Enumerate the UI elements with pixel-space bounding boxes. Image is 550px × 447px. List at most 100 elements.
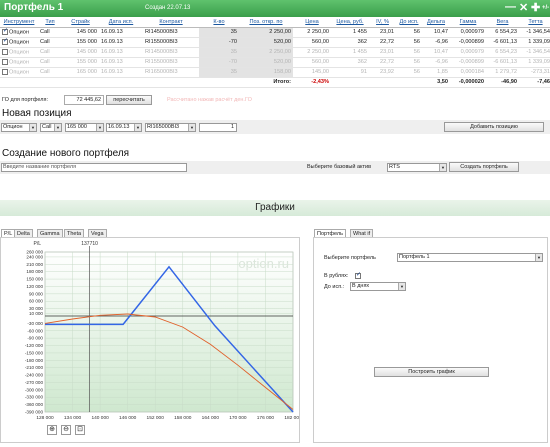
column-header[interactable]: Тетта (519, 17, 550, 28)
table-cell: 362 (331, 37, 369, 48)
column-header[interactable]: Инструмент (0, 17, 38, 28)
table-cell: 560,00 (293, 57, 331, 68)
y-tick-label: 60 000 (29, 299, 43, 304)
table-cell: 22,72 (369, 37, 396, 48)
column-header[interactable]: Страйк (62, 17, 99, 28)
qty-input[interactable]: 1 (199, 123, 237, 132)
y-tick-label: -120 000 (25, 343, 44, 348)
column-header[interactable]: Дата исп. (99, 17, 143, 28)
table-cell: 145 000 (62, 27, 99, 38)
totals-row: Итого: -2,43% 3,50 -0,000020 -46,90 -7,46 (0, 77, 550, 88)
add-position-button[interactable]: Добавить позицию (444, 122, 544, 132)
column-header[interactable]: Гамма (450, 17, 486, 28)
table-cell: 16.09.13 (99, 57, 143, 68)
row-checkbox[interactable] (2, 58, 8, 65)
graphs-title: Графики (255, 202, 295, 213)
table-cell: 1 339,09 (519, 57, 550, 68)
empty-cell (396, 77, 422, 88)
table-cell: 56 (396, 47, 422, 58)
go-label: ГО для портфеля: (2, 97, 49, 103)
until-select[interactable]: В днях ▼ (350, 282, 406, 291)
row-checkbox[interactable] (2, 68, 8, 75)
table-row[interactable]: Опцион Call 165 000 16.09.13 RI165000BI3 35 15… (0, 67, 550, 78)
table-row[interactable]: ОпционCall155 00016.09.13RI155000BI3-705… (0, 57, 550, 68)
total-cell: -7,46 (519, 77, 550, 88)
column-header[interactable]: Цена, руб. (331, 17, 369, 28)
add-button[interactable]: ✚ (531, 1, 540, 14)
table-cell: 56 (396, 37, 422, 48)
column-header[interactable]: К-во (199, 17, 239, 28)
table-cell: Опцион (9, 39, 29, 46)
create-portfolio-button[interactable]: Создать портфель (449, 162, 519, 172)
zoom-reset-icon[interactable]: ⊡ (75, 425, 85, 435)
portfolio-select-value: Портфель 1 (399, 254, 430, 260)
new-position-bar: Опцион ▼ Call ▼ 165 000 ▼ 16.09.13 ▼ RI16500… (0, 120, 550, 134)
chevron-down-icon: ▼ (398, 283, 405, 290)
table-cell: 158,00 (239, 67, 293, 78)
y-tick-label: 210 000 (26, 262, 43, 267)
table-cell: Call (38, 27, 62, 38)
kind-select[interactable]: Call ▼ (40, 123, 62, 132)
table-cell: Опцион (9, 59, 29, 66)
column-header[interactable]: До исп. (396, 17, 422, 28)
row-checkbox[interactable] (2, 27, 8, 35)
asset-select[interactable]: RTS ▼ (387, 163, 447, 172)
type-select[interactable]: Опцион ▼ (1, 123, 37, 132)
table-cell: 165 000 (62, 67, 99, 78)
table-row[interactable]: ОпционCall145 00016.09.13RI145000BI3352 … (0, 27, 550, 38)
rub-checkbox[interactable] (355, 271, 361, 279)
column-header[interactable]: Вега (486, 17, 519, 28)
empty-cell (62, 77, 99, 88)
chevron-down-icon: ▼ (188, 124, 195, 131)
zoom-in-icon[interactable]: ⊕ (47, 425, 57, 435)
table-cell: 0,000979 (450, 27, 486, 38)
table-cell: 1,85 (422, 67, 450, 78)
x-tick-label: 146 000 (119, 415, 137, 421)
strike-select[interactable]: 165 000 ▼ (65, 123, 104, 132)
table-cell: -6 601,13 (486, 37, 519, 48)
table-cell: 145 000 (62, 47, 99, 58)
table-cell: 1 279,72 (486, 67, 519, 78)
create-portfolio-title: Создание нового портфеля (2, 148, 130, 159)
table-cell: 2 250,00 (293, 27, 331, 38)
table-cell: 2 250,00 (293, 47, 331, 58)
table-cell: RI165000BI3 (143, 67, 199, 78)
asset-value: RTS (389, 164, 400, 170)
until-value: В днях (352, 283, 370, 289)
chevron-down-icon: ▼ (134, 124, 141, 131)
empty-cell (331, 77, 369, 88)
column-header[interactable]: Контракт (143, 17, 199, 28)
date-select[interactable]: 16.09.13 ▼ (106, 123, 142, 132)
expand-toggle[interactable]: +/- (542, 5, 549, 11)
recalc-button[interactable]: пересчитать (106, 95, 152, 105)
build-chart-button[interactable]: Построить график (374, 367, 489, 377)
y-tick-label: -360 000 (25, 402, 44, 407)
close-button[interactable]: ✕ (519, 1, 528, 14)
table-row[interactable]: ОпционCall145 00016.09.13RI145000BI3352 … (0, 47, 550, 58)
x-tick-label: 176 000 (257, 415, 275, 421)
column-header[interactable]: Дельта (422, 17, 450, 28)
table-cell: RI155000BI3 (143, 57, 199, 68)
graphs-header: Графики (0, 200, 550, 216)
column-header[interactable]: IV, % (369, 17, 396, 28)
portfolio-name-input[interactable]: Введите название портфеля (1, 163, 187, 172)
table-row[interactable]: ОпционCall155 00016.09.13RI155000BI3-705… (0, 37, 550, 48)
chevron-down-icon: ▼ (535, 254, 542, 261)
column-header[interactable]: Поз. откр. по (239, 17, 293, 28)
chevron-down-icon: ▼ (96, 124, 103, 131)
x-tick-label: 128 000 (36, 415, 54, 421)
contract-select[interactable]: RI165000BI3 ▼ (145, 123, 196, 132)
portfolio-select[interactable]: Портфель 1 ▼ (397, 253, 543, 262)
zoom-out-icon[interactable]: ⊖ (61, 425, 71, 435)
column-header[interactable]: Тип (38, 17, 62, 28)
row-checkbox[interactable] (2, 48, 8, 55)
row-checkbox[interactable] (2, 37, 8, 45)
table-header: Инструмент Тип Страйк Дата исп. Контракт К-во… (0, 17, 550, 28)
x-tick-label: 158 000 (174, 415, 192, 421)
table-cell: 2 250,00 (239, 47, 293, 58)
column-header[interactable]: Цена (293, 17, 331, 28)
title-bar: Портфель 1 Создан 22.07.13 — ✕ ✚ +/- (0, 0, 550, 17)
minimize-button[interactable]: — (505, 1, 516, 13)
y-tick-label: -300 000 (25, 387, 44, 392)
y-tick-label: -90 000 (27, 336, 43, 341)
